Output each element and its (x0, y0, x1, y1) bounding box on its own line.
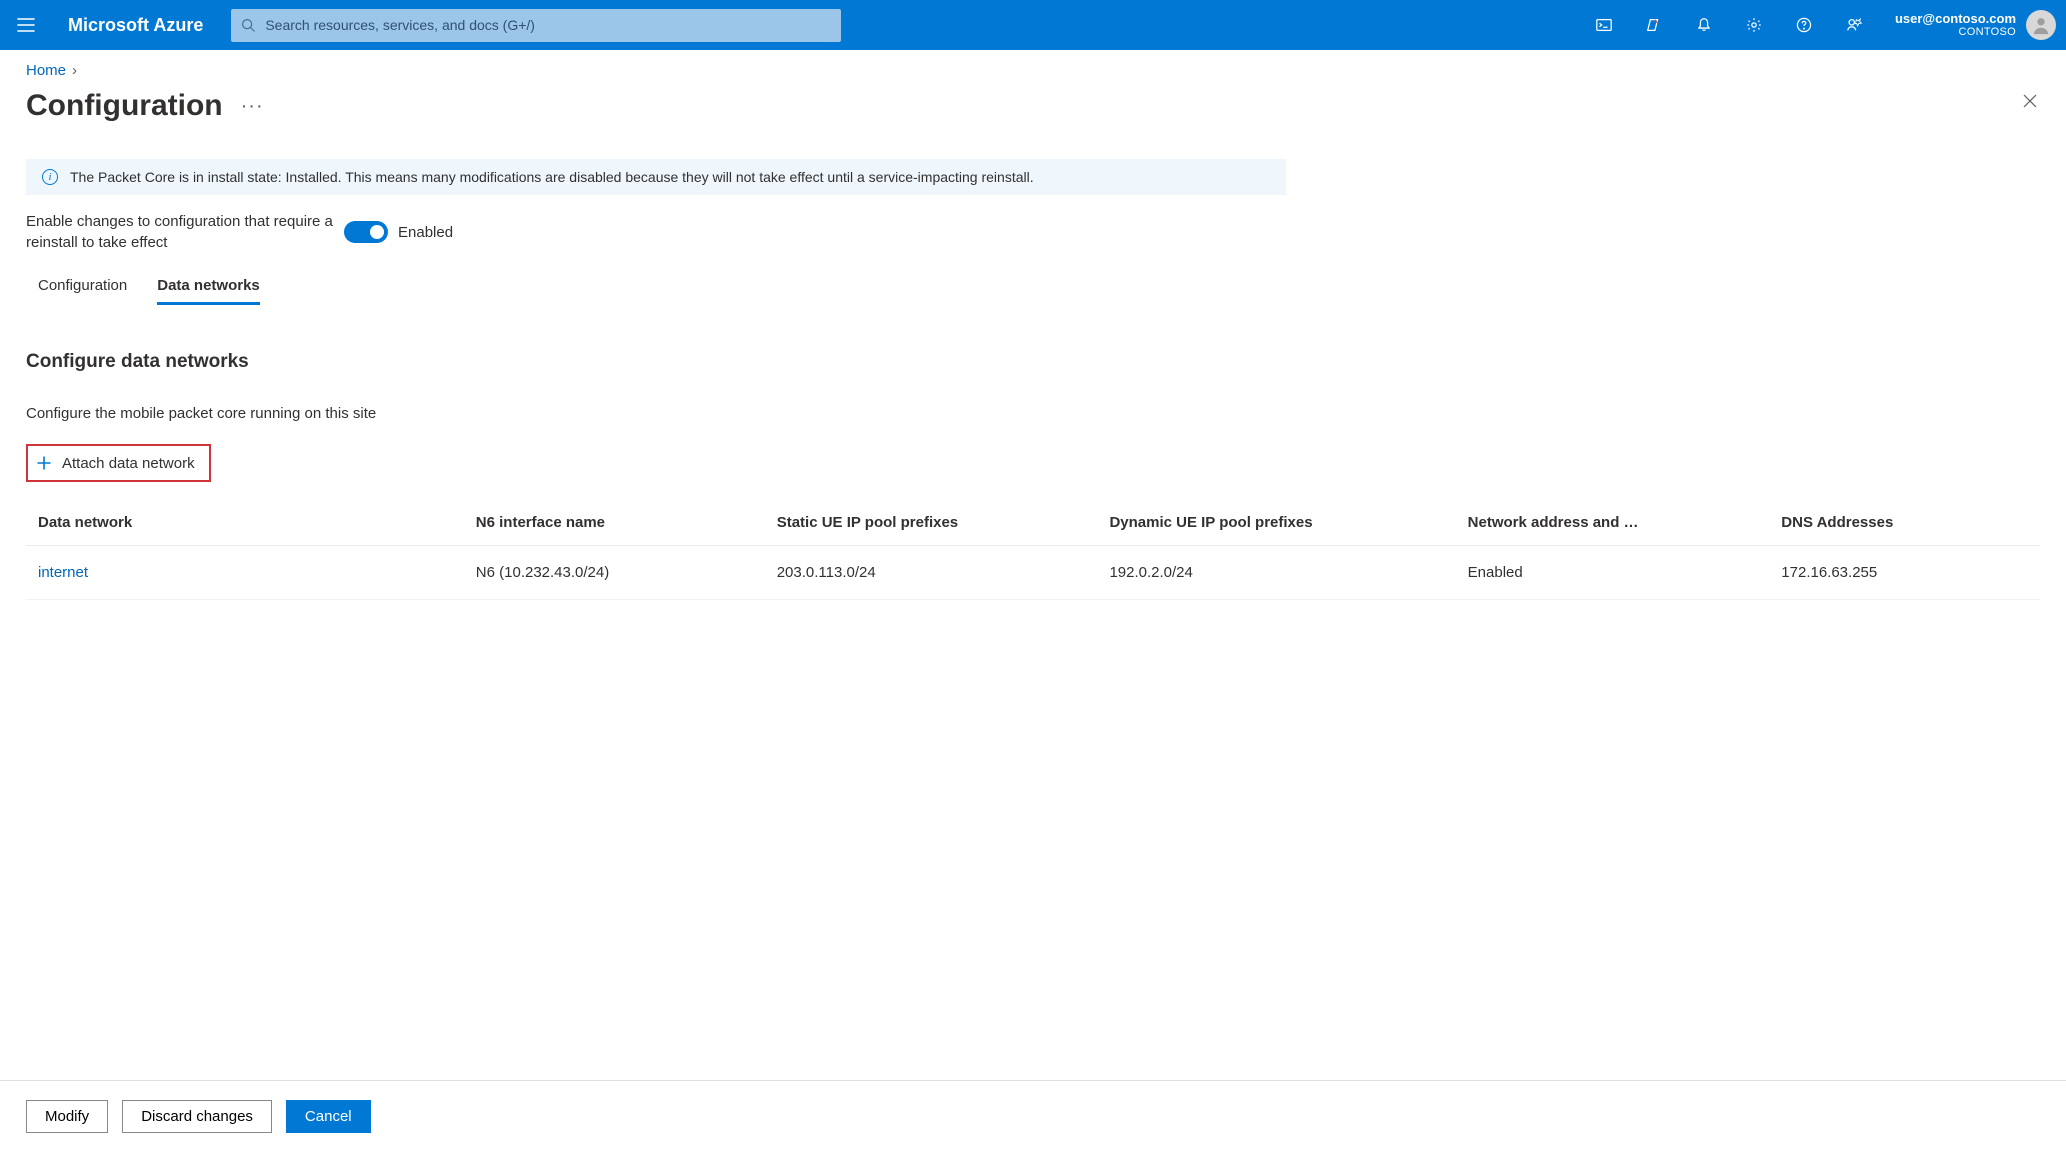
breadcrumb: Home › (26, 62, 2040, 79)
tab-data-networks[interactable]: Data networks (157, 275, 260, 305)
person-icon (2030, 14, 2052, 36)
cloud-shell-icon (1595, 16, 1613, 34)
cell-dynamic: 192.0.2.0/24 (1109, 564, 1459, 581)
brand-label[interactable]: Microsoft Azure (46, 15, 231, 36)
col-dynamic-prefixes[interactable]: Dynamic UE IP pool prefixes (1109, 514, 1459, 531)
account-email: user@contoso.com (1895, 11, 2016, 27)
hamburger-icon (17, 16, 35, 34)
account-menu[interactable]: user@contoso.com CONTOSO (1879, 10, 2056, 40)
notifications-button[interactable] (1679, 0, 1729, 50)
close-icon (2023, 94, 2037, 108)
col-data-network[interactable]: Data network (38, 514, 468, 531)
data-network-link[interactable]: internet (38, 564, 468, 581)
page-header: Configuration ··· (26, 89, 2040, 123)
account-org: CONTOSO (1895, 26, 2016, 39)
info-banner-message: The Packet Core is in install state: Ins… (70, 169, 1034, 185)
attach-data-network-button[interactable]: Attach data network (26, 444, 211, 482)
close-blade-button[interactable] (2020, 91, 2040, 111)
feedback-button[interactable] (1829, 0, 1879, 50)
col-static-prefixes[interactable]: Static UE IP pool prefixes (777, 514, 1102, 531)
topbar-icon-tray (1579, 0, 1879, 50)
copilot-button[interactable] (1629, 0, 1679, 50)
bell-icon (1695, 16, 1713, 34)
table-header-row: Data network N6 interface name Static UE… (26, 504, 2040, 546)
section-title: Configure data networks (26, 351, 2040, 373)
toggle-knob (370, 225, 384, 239)
avatar (2026, 10, 2056, 40)
cell-static: 203.0.113.0/24 (777, 564, 1102, 581)
reinstall-toggle-state: Enabled (398, 224, 453, 241)
col-n6-interface[interactable]: N6 interface name (476, 514, 769, 531)
reinstall-toggle[interactable] (344, 221, 388, 243)
breadcrumb-home[interactable]: Home (26, 62, 66, 79)
modify-button[interactable]: Modify (26, 1100, 108, 1133)
page-title: Configuration (26, 89, 223, 123)
discard-changes-button[interactable]: Discard changes (122, 1100, 272, 1133)
tabs: Configuration Data networks (26, 275, 2040, 305)
attach-data-network-label: Attach data network (62, 455, 195, 472)
data-networks-table: Data network N6 interface name Static UE… (26, 504, 2040, 600)
table-row: internet N6 (10.232.43.0/24) 203.0.113.0… (26, 546, 2040, 600)
help-icon (1795, 16, 1813, 34)
section-description: Configure the mobile packet core running… (26, 405, 2040, 422)
info-banner: i The Packet Core is in install state: I… (26, 159, 1286, 195)
settings-button[interactable] (1729, 0, 1779, 50)
plus-icon (34, 453, 54, 473)
col-napt[interactable]: Network address and … (1468, 514, 1774, 531)
gear-icon (1745, 16, 1763, 34)
cell-n6: N6 (10.232.43.0/24) (476, 564, 769, 581)
help-button[interactable] (1779, 0, 1829, 50)
search-icon (241, 18, 255, 32)
azure-topbar: Microsoft Azure Search resources, servic… (0, 0, 2066, 50)
footer-action-bar: Modify Discard changes Cancel (0, 1080, 2066, 1152)
content-area: Home › Configuration ··· i The Packet Co… (0, 50, 2066, 1080)
cell-napt: Enabled (1468, 564, 1774, 581)
chevron-right-icon: › (72, 62, 77, 79)
search-input[interactable]: Search resources, services, and docs (G+… (231, 9, 841, 42)
col-dns[interactable]: DNS Addresses (1781, 514, 2036, 531)
search-placeholder: Search resources, services, and docs (G+… (265, 17, 535, 33)
hamburger-menu-button[interactable] (6, 16, 46, 34)
cell-dns: 172.16.63.255 (1781, 564, 2036, 581)
info-icon: i (42, 169, 58, 185)
tab-configuration[interactable]: Configuration (38, 275, 127, 305)
feedback-icon (1845, 16, 1863, 34)
copilot-icon (1645, 16, 1663, 34)
cancel-button[interactable]: Cancel (286, 1100, 371, 1133)
cloud-shell-button[interactable] (1579, 0, 1629, 50)
page-more-button[interactable]: ··· (241, 95, 264, 118)
reinstall-toggle-row: Enable changes to configuration that req… (26, 211, 2040, 253)
reinstall-toggle-label: Enable changes to configuration that req… (26, 211, 344, 253)
